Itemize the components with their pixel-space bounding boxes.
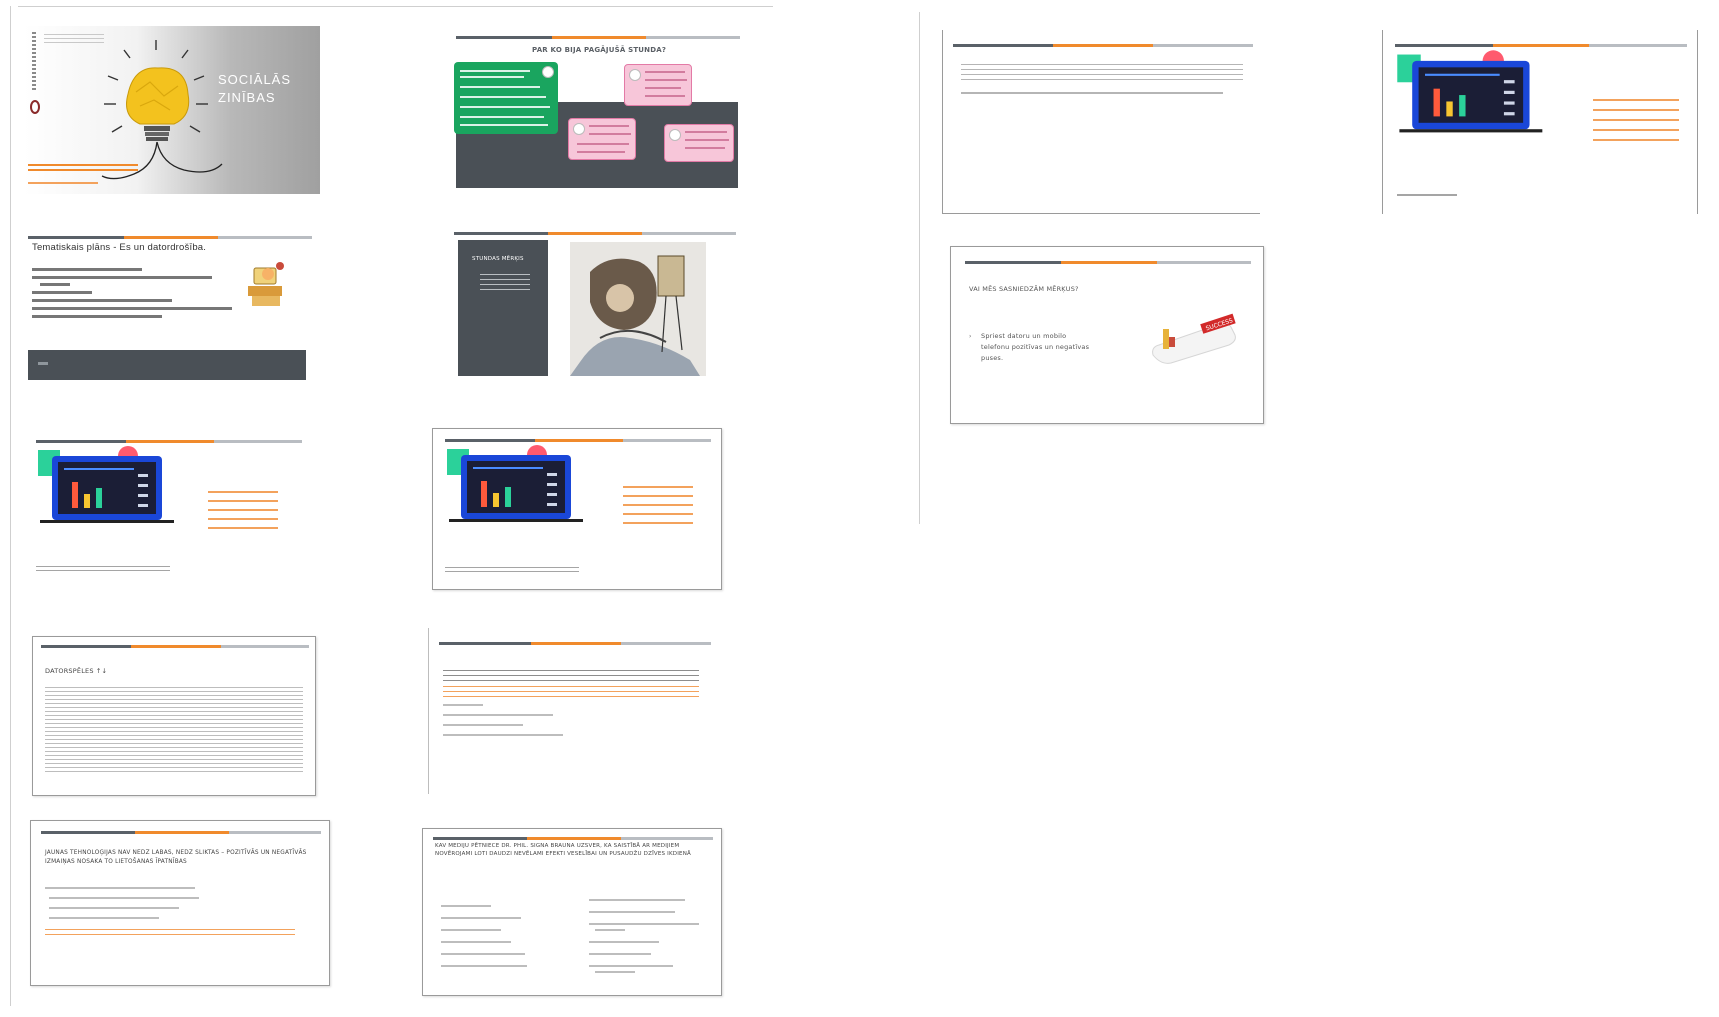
slide-heading: PAR KO BIJA PAGĀJUŠĀ STUNDA?: [532, 46, 667, 54]
success-key-icon: SUCCESS: [1152, 313, 1236, 364]
slide-footer-dark: [28, 350, 306, 380]
panel-divider: [919, 12, 920, 524]
slide-heading: DATORSPĒLES ↑↓: [45, 667, 108, 675]
slide-title-line1: SOCIĀLĀS: [218, 72, 292, 87]
footer-caption: [36, 566, 170, 574]
slide-thumbnail-question-1[interactable]: [24, 428, 314, 592]
summary-card-pink-1: [624, 64, 692, 106]
slide-thumbnail-text-only[interactable]: [942, 30, 1260, 214]
cartoon-computer-person-icon: [570, 242, 706, 376]
goal-bullet: Spriest datoru un mobilo telefonu pozitī…: [981, 332, 1090, 363]
body-paragraph-2: [961, 92, 1223, 94]
slide-header-bar: [965, 261, 1251, 264]
institution-vertical-text: [32, 32, 36, 92]
slide-header-bar: [456, 36, 740, 39]
slide-thumbnail-media-research[interactable]: KAV MEDIJU PĒTNIECE DR. PHIL. SIGNA BRAU…: [422, 828, 722, 996]
summary-card-pink-2: [568, 118, 636, 160]
slide-header-bar: [433, 837, 713, 840]
slide-goal-panel: STUNDAS MĒRĶIS: [458, 240, 548, 376]
slide-header-bar: [41, 645, 309, 648]
laptop-chart-icon: [38, 446, 174, 523]
cartoon-computer-user-icon: [248, 262, 284, 306]
summary-card-pink-3: [664, 124, 734, 162]
footer-caption: [445, 567, 579, 575]
slide-thumbnail-previous-lesson[interactable]: PAR KO BIJA PAGĀJUŠĀ STUNDA?: [446, 26, 750, 194]
slide-header-bar: [28, 236, 312, 239]
laptop-chart-icon: [447, 445, 583, 522]
subtitle-orange-lines: [28, 164, 138, 174]
slide-header-bar: [41, 831, 321, 834]
slide-header-bar: [953, 44, 1253, 47]
left-edge-line: [10, 6, 11, 1006]
slide-heading: VAI MĒS SASNIEDZĀM MĒRĶUS?: [969, 285, 1079, 293]
slide-heading: KAV MEDIJU PĒTNIECE DR. PHIL. SIGNA BRAU…: [435, 843, 692, 857]
slide-thumbnail-question-2[interactable]: [432, 428, 722, 590]
bullet-marker: ›: [969, 333, 972, 340]
slide-title: Tematiskais plāns - Es un datordrošība.: [32, 242, 207, 253]
laptop-chart-icon: [1397, 50, 1543, 133]
slide-thumbnail-title[interactable]: SOCIĀLĀS ZINĪBAS: [24, 26, 320, 194]
summary-card-green: [454, 62, 558, 134]
body-paragraph: [961, 64, 1243, 84]
slide-thumbnail-topic-plan[interactable]: Tematiskais plāns - Es un datordrošība.: [18, 228, 314, 396]
body-paragraph-dark: [443, 670, 699, 682]
slide-thumbnail-goal-check[interactable]: VAI MĒS SASNIEDZĀM MĒRĶUS? › Spriest dat…: [950, 246, 1264, 424]
body-paragraph-orange: [443, 686, 699, 698]
goal-label: STUNDAS MĒRĶIS: [472, 256, 524, 262]
institution-logo-icon: [30, 100, 40, 114]
slide-title-line2: ZINĪBAS: [218, 90, 276, 105]
slide-thumbnail-lesson-goal[interactable]: STUNDAS MĒRĶIS: [446, 228, 742, 396]
slide-header-bar: [439, 642, 711, 645]
slide-thumbnail-new-technologies[interactable]: JAUNAS TEHNOLOĢIJAS NAV NEDZ LABAS, NEDZ…: [30, 820, 330, 986]
slide-thumbnail-addiction-text[interactable]: [428, 628, 720, 794]
slide-heading: JAUNAS TEHNOLOĢIJAS NAV NEDZ LABAS, NEDZ…: [45, 850, 307, 865]
author-orange-line: [28, 182, 98, 184]
body-paragraph: [45, 687, 303, 775]
footer-caption: [1397, 194, 1457, 196]
slide-thumbnail-computer-games[interactable]: DATORSPĒLES ↑↓: [32, 636, 316, 796]
body-paragraph-orange: [45, 929, 295, 939]
top-edge-line: [18, 6, 773, 7]
slide-header-bar: [454, 232, 736, 235]
question-text-orange: [1593, 98, 1679, 146]
question-text-orange: [623, 485, 693, 529]
question-text-orange: [208, 490, 278, 534]
slide-thumbnail-question-3[interactable]: [1382, 30, 1698, 214]
